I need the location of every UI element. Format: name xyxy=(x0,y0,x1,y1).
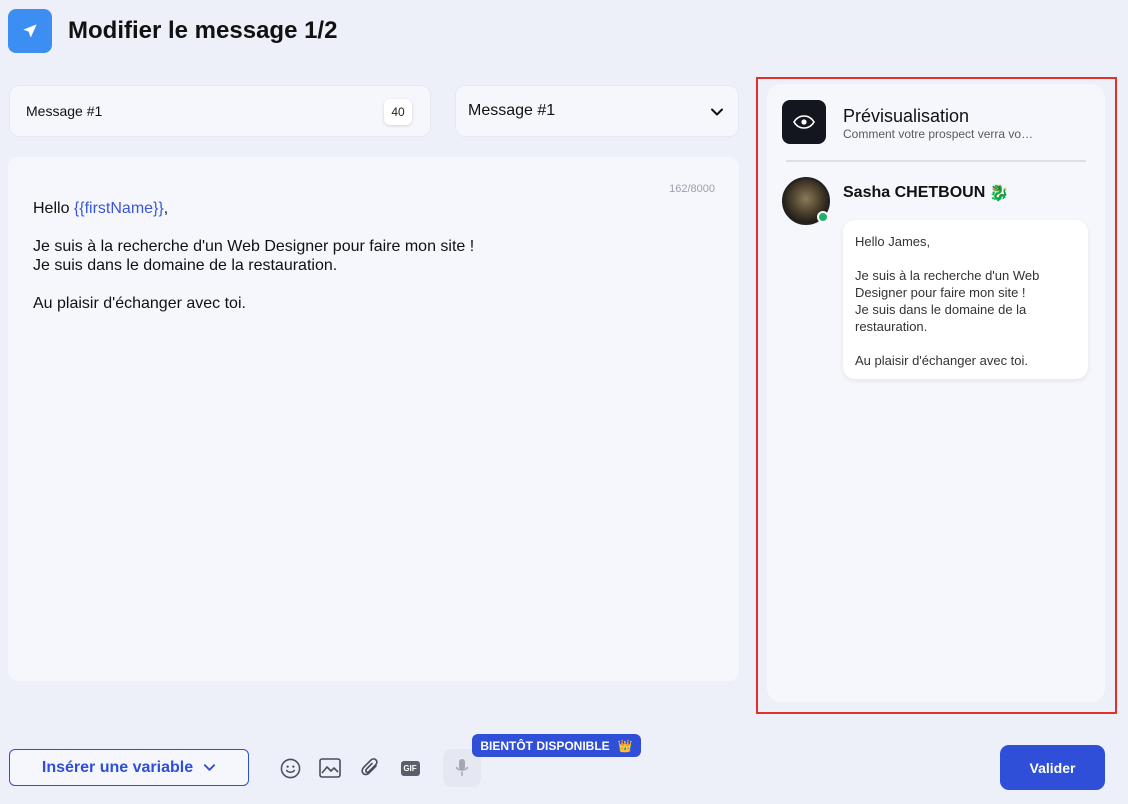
message-editor[interactable]: 162/8000 Hello {{firstName}}, Je suis à … xyxy=(8,157,739,681)
paper-plane-icon xyxy=(8,9,52,53)
validate-button[interactable]: Valider xyxy=(1000,745,1105,790)
online-status-icon xyxy=(817,211,829,223)
gif-icon[interactable]: GIF xyxy=(398,756,422,780)
coming-soon-badge: BIENTÔT DISPONIBLE 👑 xyxy=(472,734,641,757)
dragon-emoji-icon: 🐉 xyxy=(989,185,1010,202)
editor-line: Je suis dans le domaine de la restaurati… xyxy=(33,257,338,274)
editor-content[interactable]: Hello {{firstName}}, Je suis à la recher… xyxy=(33,199,474,313)
insert-variable-label: Insérer une variable xyxy=(41,758,194,776)
message-name-field[interactable]: 40 xyxy=(9,85,431,137)
chevron-down-icon xyxy=(204,764,216,771)
image-icon[interactable] xyxy=(318,756,342,780)
editor-line-greeting: Hello {{firstName}}, xyxy=(33,200,169,217)
chevron-down-icon xyxy=(710,105,724,124)
char-counter: 162/8000 xyxy=(669,183,715,195)
sender-name: Sasha CHETBOUN 🐉 xyxy=(843,184,1010,202)
preview-subtitle: Comment votre prospect verra vo… xyxy=(843,127,1034,141)
message-select[interactable]: Message #1 xyxy=(455,85,739,137)
remaining-count-badge: 40 xyxy=(384,99,412,125)
editor-line: Au plaisir d'échanger avec toi. xyxy=(33,295,246,312)
crown-icon: 👑 xyxy=(617,738,633,753)
page-title: Modifier le message 1/2 xyxy=(68,17,338,44)
preview-panel: Prévisualisation Comment votre prospect … xyxy=(767,84,1105,702)
divider xyxy=(786,160,1086,162)
eye-icon xyxy=(782,100,826,144)
message-bubble: Hello James, Je suis à la recherche d'un… xyxy=(843,220,1088,379)
editor-line: Je suis à la recherche d'un Web Designer… xyxy=(33,238,475,255)
paperclip-icon[interactable] xyxy=(358,756,382,780)
first-name-variable[interactable]: {{firstName}} xyxy=(74,200,164,217)
gif-label: GIF xyxy=(400,760,420,776)
page-header: Modifier le message 1/2 xyxy=(8,9,337,53)
preview-title: Prévisualisation xyxy=(843,106,970,126)
message-name-input[interactable] xyxy=(26,103,366,119)
insert-variable-button[interactable]: Insérer une variable xyxy=(9,749,249,786)
message-select-value: Message #1 xyxy=(468,102,556,119)
emoji-icon[interactable] xyxy=(278,756,302,780)
